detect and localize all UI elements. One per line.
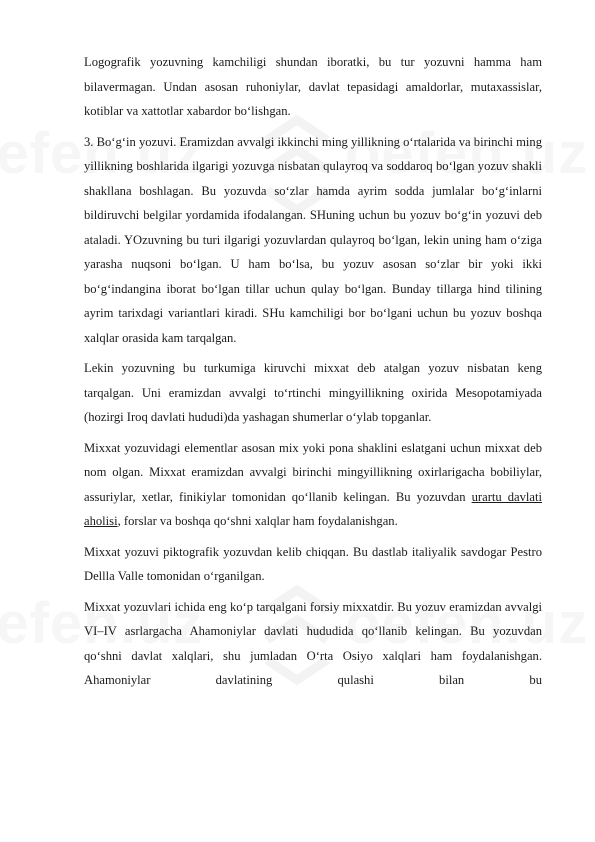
paragraph: Mixxat yozuvlari ichida eng ko‘p tarqalg… (84, 599, 542, 688)
paragraph: Mixxat yozuvidagi elementlar asosan mix … (84, 436, 542, 534)
paragraph: Logografik yozuvning kamchiligi shundan … (84, 55, 542, 118)
paragraph: 3. Bo‘g‘in yozuvi. Eramizdan avvalgi ikk… (84, 134, 542, 345)
paragraph-text: , forslar va boshqa qo‘shni xalqlar ham … (117, 514, 398, 528)
paragraph: Mixxat yozuvi piktografik yozuvdan kelib… (84, 544, 542, 584)
document-page: Logografik yozuvning kamchiligi shundan … (84, 50, 542, 699)
paragraph: Lekin yozuvning bu turkumiga kiruvchi mi… (84, 361, 542, 424)
